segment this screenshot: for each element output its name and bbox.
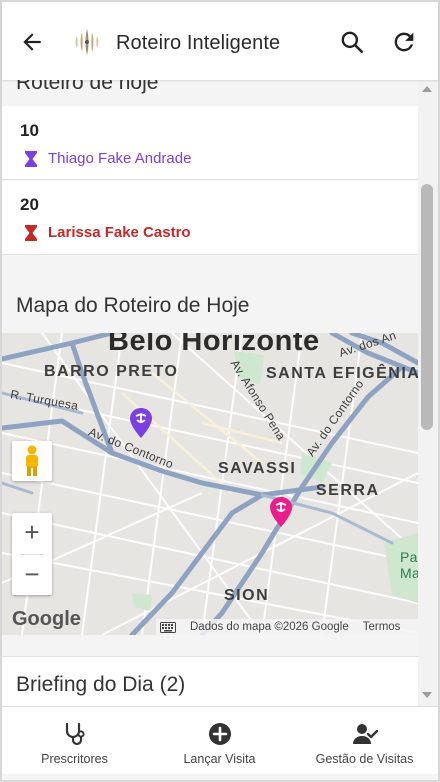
zoom-in-button[interactable]: + (12, 513, 52, 553)
route-item[interactable]: 10 Thiago Fake Andrade (2, 106, 418, 180)
map-zoom-control: + − (12, 513, 52, 595)
route-item-number: 10 (20, 121, 39, 140)
app-screen: Roteiro Inteligente Roteiro de hoje 10 T… (0, 0, 440, 782)
app-header: Roteiro Inteligente (2, 2, 438, 80)
stethoscope-icon (65, 722, 85, 746)
route-map[interactable]: Belo Horizonte BARRO PRETO SANTA EFIGÊNI… (2, 333, 418, 635)
map-label-city: Belo Horizonte (108, 333, 320, 357)
nav-label: Gestão de Visitas (315, 752, 414, 766)
hourglass-icon (25, 151, 37, 167)
map-label-savassi: SAVASSI (218, 460, 297, 477)
route-item[interactable]: 20 Larissa Fake Castro (2, 181, 418, 255)
brand-logo-icon (70, 26, 104, 58)
search-icon[interactable] (338, 28, 366, 56)
map-label-park: Pa Ma (400, 549, 418, 581)
add-circle-icon (208, 723, 231, 745)
scrollbar[interactable] (418, 80, 438, 706)
map-data-credit: Dados do mapa ©2026 Google (190, 621, 349, 633)
scroll-thumb[interactable] (421, 184, 433, 430)
map-attribution: Dados do mapa ©2026 Google Termos (156, 619, 418, 635)
route-item-name: Larissa Fake Castro (48, 224, 191, 241)
map-label-santa-efigenia: SANTA EFIGÊNIA (266, 365, 418, 382)
refresh-icon[interactable] (390, 28, 418, 56)
section-title-today: Roteiro de hoje (16, 80, 159, 94)
route-item-number: 20 (20, 195, 39, 214)
street-view-pegman-icon[interactable] (12, 441, 52, 481)
briefing-section[interactable]: Briefing do Dia (2) (2, 656, 418, 706)
user-check-icon (352, 724, 378, 744)
route-item-name: Thiago Fake Andrade (48, 150, 192, 167)
arrow-back-icon[interactable] (18, 28, 46, 56)
nav-prescritores[interactable]: Prescritores (2, 707, 147, 775)
scroll-down-arrow[interactable] (422, 692, 432, 698)
scroll-content[interactable]: Roteiro de hoje 10 Thiago Fake Andrade 2… (2, 80, 418, 706)
page-title: Roteiro Inteligente (116, 32, 281, 54)
zoom-out-button[interactable]: − (12, 555, 52, 595)
bottom-navigation: Prescritores Lançar Visita Gestão de Vis… (2, 706, 438, 774)
map-pin-icon[interactable] (128, 407, 154, 439)
section-title-map: Mapa do Roteiro de Hoje (16, 294, 250, 317)
map-pin-icon[interactable] (268, 496, 294, 528)
keyboard-icon[interactable] (160, 621, 176, 633)
map-label-sion: SION (224, 587, 270, 604)
google-logo: Google (12, 608, 81, 630)
section-title-briefing: Briefing do Dia (2) (16, 673, 186, 696)
map-label-serra: SERRA (316, 482, 380, 499)
nav-gestao-visitas[interactable]: Gestão de Visitas (292, 707, 437, 775)
nav-label: Prescritores (41, 752, 108, 766)
map-terms-link[interactable]: Termos (363, 621, 401, 633)
nav-lancar-visita[interactable]: Lançar Visita (147, 707, 292, 775)
map-label-barro-preto: BARRO PRETO (44, 363, 179, 380)
scroll-up-arrow[interactable] (422, 86, 432, 92)
hourglass-icon (25, 225, 37, 241)
nav-label: Lançar Visita (183, 752, 256, 766)
